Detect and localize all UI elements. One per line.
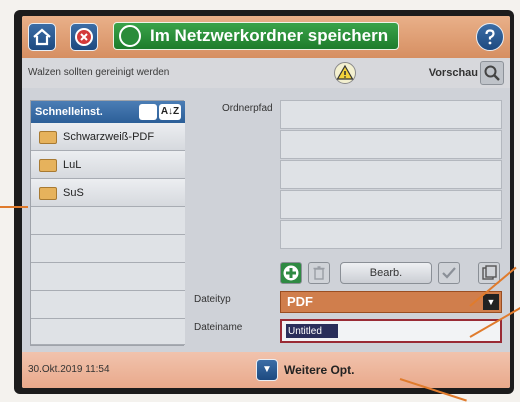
chevron-down-icon: ▼	[256, 359, 278, 381]
copy-icon	[482, 265, 497, 280]
magnifier-icon	[484, 65, 500, 81]
warning-button[interactable]	[334, 62, 356, 84]
more-options-button[interactable]: ▼ Weitere Opt.	[256, 359, 354, 381]
quickset-empty-slot	[31, 263, 185, 291]
file-type-select[interactable]: PDF ▼	[280, 291, 502, 313]
folder-path-row[interactable]	[280, 190, 502, 219]
chevron-down-icon: ▼	[483, 294, 499, 310]
sort-button[interactable]: A↓Z	[159, 104, 181, 120]
quickset-panel: Schnelleinst. A↓Z Schwarzweiß-PDF LuL Su…	[30, 100, 185, 346]
more-options-label: Weitere Opt.	[284, 363, 355, 377]
quickset-item-label: SuS	[63, 187, 84, 199]
quickset-title: Schnelleinst.	[35, 106, 103, 118]
status-message: Walzen sollten gereinigt werden	[28, 67, 170, 78]
edit-button[interactable]: Bearb.	[340, 262, 432, 284]
annotation-line	[0, 206, 28, 208]
quickset-empty-slot	[31, 291, 185, 319]
stop-button[interactable]	[70, 23, 98, 51]
datetime: 30.Okt.2019 11:54	[28, 364, 110, 375]
folder-path-label: Ordnerpfad	[222, 103, 273, 114]
quickset-item[interactable]: SuS	[31, 179, 185, 207]
stop-icon	[75, 28, 93, 46]
status-bar: Walzen sollten gereinigt werden Vorschau	[22, 58, 510, 88]
quickset-header: Schnelleinst. A↓Z	[31, 101, 185, 123]
folder-path-row[interactable]	[280, 100, 502, 129]
page-title-text: Im Netzwerkordner speichern	[150, 26, 389, 45]
folder-path-row[interactable]	[280, 220, 502, 249]
quickset-empty-slot	[31, 319, 185, 345]
quickset-empty-slot	[31, 235, 185, 263]
warning-icon	[336, 64, 354, 80]
home-icon	[33, 28, 51, 46]
file-name-field[interactable]	[280, 319, 502, 343]
quickset-empty-slot	[31, 207, 185, 235]
network-folder-icon	[119, 25, 141, 47]
preview-label: Vorschau	[428, 67, 478, 79]
device-frame: Im Netzwerkordner speichern Walzen sollt…	[0, 0, 520, 402]
file-type-label: Dateityp	[194, 294, 231, 305]
help-button[interactable]	[476, 23, 504, 51]
home-button[interactable]	[28, 23, 56, 51]
view-toggle-button[interactable]	[139, 104, 157, 120]
file-name-label: Dateiname	[194, 322, 243, 333]
folder-icon	[39, 187, 57, 200]
folder-path-list	[280, 100, 502, 250]
quickset-item[interactable]: Schwarzweiß-PDF	[31, 123, 185, 151]
page-title: Im Netzwerkordner speichern	[113, 22, 399, 50]
footer-bar: 30.Okt.2019 11:54 ▼ Weitere Opt.	[22, 352, 510, 388]
folder-path-row[interactable]	[280, 130, 502, 159]
help-icon	[485, 29, 495, 45]
folder-icon	[39, 159, 57, 172]
checkmark-icon	[442, 267, 456, 279]
folder-icon	[39, 131, 57, 144]
delete-path-button[interactable]	[308, 262, 330, 284]
plus-icon	[283, 265, 299, 281]
check-button[interactable]	[438, 262, 460, 284]
touch-screen: Im Netzwerkordner speichern Walzen sollt…	[22, 16, 510, 388]
quickset-item[interactable]: LuL	[31, 151, 185, 179]
quickset-item-label: LuL	[63, 159, 82, 171]
folder-path-row[interactable]	[280, 160, 502, 189]
file-type-value: PDF	[287, 294, 313, 309]
file-name-input[interactable]	[286, 324, 338, 338]
preview-button[interactable]	[480, 61, 504, 85]
trash-icon	[313, 266, 325, 280]
header-bar: Im Netzwerkordner speichern	[22, 16, 510, 58]
add-path-button[interactable]	[280, 262, 302, 284]
quickset-item-label: Schwarzweiß-PDF	[63, 131, 155, 143]
